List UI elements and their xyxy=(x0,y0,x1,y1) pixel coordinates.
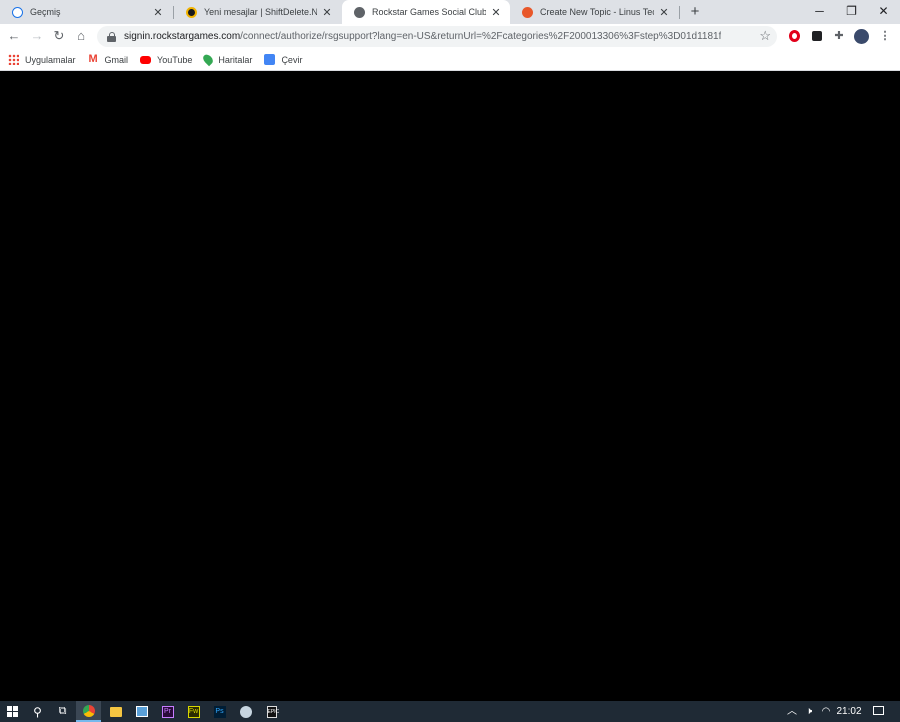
taskbar: ⚲ ⧉ Pr Fw Ps EPIC ︿ 🕨 ◠ 21:02 xyxy=(0,701,900,722)
translate-icon xyxy=(264,54,276,65)
app-icon[interactable] xyxy=(129,701,154,722)
url-path: /connect/authorize/rsgsupport?lang=en-US… xyxy=(240,31,722,42)
search-icon[interactable]: ⚲ xyxy=(25,701,50,722)
apps-grid-icon xyxy=(8,54,19,65)
task-view-icon[interactable]: ⧉ xyxy=(50,701,75,722)
close-window-button[interactable]: ✕ xyxy=(867,0,900,24)
opera-icon[interactable] xyxy=(786,28,802,44)
tray-clock[interactable]: 21:02 xyxy=(834,701,864,722)
close-icon[interactable]: ✕ xyxy=(658,6,670,19)
menu-kebab-icon[interactable]: ⋮ xyxy=(877,28,893,44)
bookmark-label: Uygulamalar xyxy=(25,54,76,65)
close-icon[interactable]: ✕ xyxy=(490,6,502,19)
tab-history[interactable]: Geçmiş ✕ xyxy=(0,0,172,24)
premiere-icon[interactable]: Pr xyxy=(155,701,180,722)
bookmark-translate[interactable]: Çevir xyxy=(264,54,302,65)
restore-button[interactable]: ❐ xyxy=(835,0,868,24)
back-icon[interactable]: ← xyxy=(5,27,23,45)
close-icon[interactable]: ✕ xyxy=(152,6,164,19)
notifications-icon[interactable] xyxy=(867,701,889,722)
tab-separator xyxy=(679,6,680,19)
linus-tech-tips-icon xyxy=(522,6,533,18)
bookmark-youtube[interactable]: YouTube xyxy=(140,55,192,65)
bookmark-gmail[interactable]: M Gmail xyxy=(88,53,129,65)
photoshop-icon[interactable]: Ps xyxy=(207,701,232,722)
new-tab-button[interactable]: + xyxy=(686,2,704,22)
shiftdelete-icon xyxy=(186,6,197,18)
maps-icon xyxy=(201,52,216,67)
bookmark-label: Çevir xyxy=(281,54,303,65)
steam-icon[interactable] xyxy=(233,701,258,722)
tab-strip: Geçmiş ✕ Yeni mesajlar | ShiftDelete.Net… xyxy=(0,0,900,24)
avatar[interactable] xyxy=(853,28,869,44)
tab-shiftdelete[interactable]: Yeni mesajlar | ShiftDelete.Net Fo ✕ xyxy=(174,0,341,24)
home-icon[interactable]: ⌂ xyxy=(72,27,90,45)
browser-toolbar: ← → ↻ ⌂ signin.rockstargames.com/connect… xyxy=(0,24,900,49)
url-text: signin.rockstargames.com/connect/authori… xyxy=(124,31,721,42)
address-bar[interactable]: signin.rockstargames.com/connect/authori… xyxy=(97,26,777,47)
minimize-button[interactable]: ─ xyxy=(803,0,836,24)
extensions-puzzle-icon[interactable]: ✚ xyxy=(831,28,847,44)
bookmark-label: Gmail xyxy=(104,54,129,65)
close-icon[interactable]: ✕ xyxy=(321,6,333,19)
lock-icon xyxy=(107,31,116,42)
epic-games-icon[interactable]: EPIC xyxy=(259,701,284,722)
reload-icon[interactable]: ↻ xyxy=(50,27,68,45)
globe-icon xyxy=(354,6,365,18)
file-explorer-icon[interactable] xyxy=(103,701,128,722)
bookmark-maps[interactable]: Haritalar xyxy=(201,52,253,67)
bookmark-label: YouTube xyxy=(157,54,193,65)
bookmark-star-icon[interactable]: ☆ xyxy=(759,28,771,44)
url-host: signin.rockstargames.com xyxy=(124,31,241,42)
fireworks-icon[interactable]: Fw xyxy=(181,701,206,722)
history-icon xyxy=(12,6,23,18)
volume-muted-icon[interactable]: 🕨 xyxy=(801,701,817,722)
tab-title: Rockstar Games Social Club xyxy=(372,7,486,17)
gmail-icon: M xyxy=(88,53,98,65)
tab-rockstar[interactable]: Rockstar Games Social Club ✕ xyxy=(342,0,510,24)
youtube-icon xyxy=(140,55,152,64)
start-icon[interactable] xyxy=(0,701,25,722)
tab-linus[interactable]: Create New Topic - Linus Tech Tip ✕ xyxy=(510,0,678,24)
bookmark-label: Haritalar xyxy=(218,54,253,65)
bookmark-apps[interactable]: Uygulamalar xyxy=(8,54,76,65)
page-content xyxy=(0,72,900,701)
wifi-icon[interactable]: ◠ xyxy=(818,701,834,722)
tab-title: Create New Topic - Linus Tech Tip xyxy=(540,7,654,17)
chrome-icon[interactable] xyxy=(76,701,101,722)
bookmarks-bar: Uygulamalar M Gmail YouTube Haritalar Çe… xyxy=(0,49,900,71)
forward-icon[interactable]: → xyxy=(28,27,46,45)
chevron-up-icon[interactable]: ︿ xyxy=(785,701,799,722)
extension-icon[interactable] xyxy=(809,28,825,44)
tab-title: Geçmiş xyxy=(30,7,61,17)
tab-title: Yeni mesajlar | ShiftDelete.Net Fo xyxy=(204,7,317,17)
